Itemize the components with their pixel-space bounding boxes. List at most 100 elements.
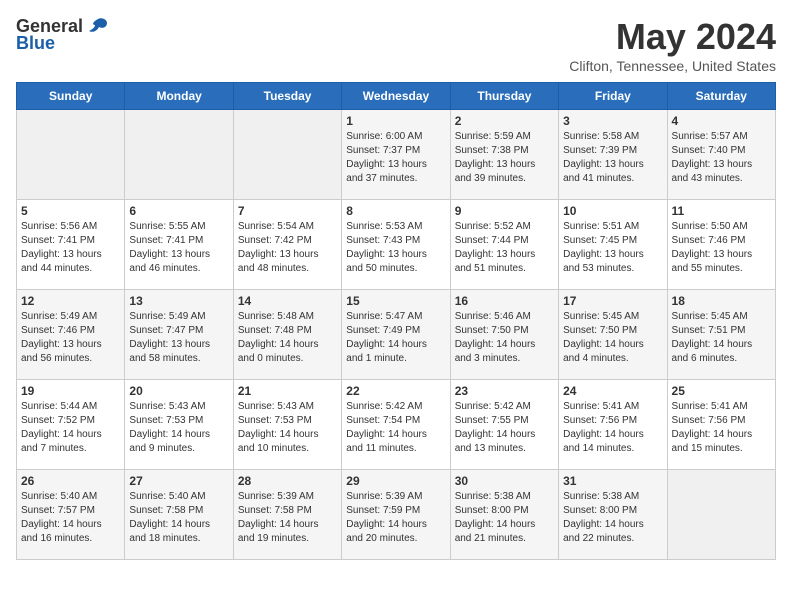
day-number: 7 [238,204,337,218]
calendar-cell: 16 Sunrise: 5:46 AM Sunset: 7:50 PM Dayli… [450,290,558,380]
day-number: 15 [346,294,445,308]
day-number: 27 [129,474,228,488]
day-number: 17 [563,294,662,308]
day-info: Sunrise: 5:41 AM Sunset: 7:56 PM Dayligh… [563,400,662,456]
day-info: Sunrise: 5:49 AM Sunset: 7:46 PM Dayligh… [21,310,120,366]
calendar-cell: 22 Sunrise: 5:42 AM Sunset: 7:54 PM Dayli… [342,380,450,470]
day-info: Sunrise: 5:53 AM Sunset: 7:43 PM Dayligh… [346,220,445,276]
calendar-cell: 4Sunrise: 5:57 AM Sunset: 7:40 PM Daylig… [667,110,775,200]
day-number: 24 [563,384,662,398]
day-number: 2 [455,114,554,128]
day-number: 8 [346,204,445,218]
location-text: Clifton, Tennessee, United States [569,58,776,74]
day-number: 25 [672,384,771,398]
day-number: 12 [21,294,120,308]
page-header: General Blue May 2024 Clifton, Tennessee… [16,16,776,74]
day-number: 16 [455,294,554,308]
header-day-thursday: Thursday [450,83,558,110]
logo-blue-text: Blue [16,33,55,54]
day-number: 5 [21,204,120,218]
day-info: Sunrise: 5:56 AM Sunset: 7:41 PM Dayligh… [21,220,120,276]
day-number: 6 [129,204,228,218]
calendar-cell: 27 Sunrise: 5:40 AM Sunset: 7:58 PM Dayli… [125,470,233,560]
logo-bird-icon [87,17,109,37]
day-number: 30 [455,474,554,488]
day-number: 28 [238,474,337,488]
header-day-sunday: Sunday [17,83,125,110]
calendar-cell: 28 Sunrise: 5:39 AM Sunset: 7:58 PM Dayli… [233,470,341,560]
logo: General Blue [16,16,109,54]
calendar-cell: 13 Sunrise: 5:49 AM Sunset: 7:47 PM Dayli… [125,290,233,380]
day-info: Sunrise: 5:45 AM Sunset: 7:50 PM Dayligh… [563,310,662,366]
calendar-cell: 31 Sunrise: 5:38 AM Sunset: 8:00 PM Dayli… [559,470,667,560]
day-number: 11 [672,204,771,218]
calendar-cell: 9 Sunrise: 5:52 AM Sunset: 7:44 PM Daylig… [450,200,558,290]
day-number: 19 [21,384,120,398]
calendar-cell: 26 Sunrise: 5:40 AM Sunset: 7:57 PM Dayli… [17,470,125,560]
header-day-friday: Friday [559,83,667,110]
day-number: 9 [455,204,554,218]
day-info: Sunrise: 5:38 AM Sunset: 8:00 PM Dayligh… [455,490,554,546]
day-info: Sunrise: 5:40 AM Sunset: 7:57 PM Dayligh… [21,490,120,546]
day-info: Sunrise: 5:45 AM Sunset: 7:51 PM Dayligh… [672,310,771,366]
calendar-cell: 25 Sunrise: 5:41 AM Sunset: 7:56 PM Dayli… [667,380,775,470]
calendar-cell [17,110,125,200]
calendar-cell: 24 Sunrise: 5:41 AM Sunset: 7:56 PM Dayli… [559,380,667,470]
day-number: 10 [563,204,662,218]
calendar-cell: 18 Sunrise: 5:45 AM Sunset: 7:51 PM Dayli… [667,290,775,380]
week-row-2: 5 Sunrise: 5:56 AM Sunset: 7:41 PM Daylig… [17,200,776,290]
calendar-cell: 2 Sunrise: 5:59 AM Sunset: 7:38 PM Daylig… [450,110,558,200]
week-row-3: 12 Sunrise: 5:49 AM Sunset: 7:46 PM Dayli… [17,290,776,380]
calendar-cell: 10 Sunrise: 5:51 AM Sunset: 7:45 PM Dayli… [559,200,667,290]
week-row-4: 19Sunrise: 5:44 AM Sunset: 7:52 PM Dayli… [17,380,776,470]
day-info: Sunrise: 5:38 AM Sunset: 8:00 PM Dayligh… [563,490,662,546]
day-info: Sunrise: 5:52 AM Sunset: 7:44 PM Dayligh… [455,220,554,276]
day-number: 22 [346,384,445,398]
day-number: 26 [21,474,120,488]
day-info: Sunrise: 5:50 AM Sunset: 7:46 PM Dayligh… [672,220,771,276]
day-number: 23 [455,384,554,398]
day-info: Sunrise: 5:55 AM Sunset: 7:41 PM Dayligh… [129,220,228,276]
header-row: SundayMondayTuesdayWednesdayThursdayFrid… [17,83,776,110]
day-number: 3 [563,114,662,128]
calendar-cell: 11 Sunrise: 5:50 AM Sunset: 7:46 PM Dayli… [667,200,775,290]
day-info: Sunrise: 5:47 AM Sunset: 7:49 PM Dayligh… [346,310,445,366]
day-number: 29 [346,474,445,488]
day-number: 1 [346,114,445,128]
header-day-monday: Monday [125,83,233,110]
week-row-5: 26 Sunrise: 5:40 AM Sunset: 7:57 PM Dayli… [17,470,776,560]
day-info: Sunrise: 5:42 AM Sunset: 7:54 PM Dayligh… [346,400,445,456]
day-number: 14 [238,294,337,308]
day-number: 31 [563,474,662,488]
calendar-cell: 20Sunrise: 5:43 AM Sunset: 7:53 PM Dayli… [125,380,233,470]
day-info: Sunrise: 5:51 AM Sunset: 7:45 PM Dayligh… [563,220,662,276]
header-day-saturday: Saturday [667,83,775,110]
day-info: Sunrise: 5:46 AM Sunset: 7:50 PM Dayligh… [455,310,554,366]
calendar-cell [125,110,233,200]
calendar-cell: 1 Sunrise: 6:00 AM Sunset: 7:37 PM Daylig… [342,110,450,200]
day-info: Sunrise: 5:43 AM Sunset: 7:53 PM Dayligh… [129,400,228,456]
calendar-cell: 17 Sunrise: 5:45 AM Sunset: 7:50 PM Dayli… [559,290,667,380]
day-number: 21 [238,384,337,398]
day-info: Sunrise: 6:00 AM Sunset: 7:37 PM Dayligh… [346,130,445,186]
day-info: Sunrise: 5:48 AM Sunset: 7:48 PM Dayligh… [238,310,337,366]
calendar-cell: 15 Sunrise: 5:47 AM Sunset: 7:49 PM Dayli… [342,290,450,380]
title-area: May 2024 Clifton, Tennessee, United Stat… [569,16,776,74]
day-number: 18 [672,294,771,308]
day-info: Sunrise: 5:42 AM Sunset: 7:55 PM Dayligh… [455,400,554,456]
day-info: Sunrise: 5:39 AM Sunset: 7:59 PM Dayligh… [346,490,445,546]
calendar-cell: 19Sunrise: 5:44 AM Sunset: 7:52 PM Dayli… [17,380,125,470]
calendar-cell: 30 Sunrise: 5:38 AM Sunset: 8:00 PM Dayli… [450,470,558,560]
day-info: Sunrise: 5:49 AM Sunset: 7:47 PM Dayligh… [129,310,228,366]
calendar-cell: 5 Sunrise: 5:56 AM Sunset: 7:41 PM Daylig… [17,200,125,290]
day-info: Sunrise: 5:40 AM Sunset: 7:58 PM Dayligh… [129,490,228,546]
header-day-tuesday: Tuesday [233,83,341,110]
calendar-cell: 29 Sunrise: 5:39 AM Sunset: 7:59 PM Dayli… [342,470,450,560]
calendar-cell [233,110,341,200]
day-info: Sunrise: 5:59 AM Sunset: 7:38 PM Dayligh… [455,130,554,186]
day-number: 13 [129,294,228,308]
day-info: Sunrise: 5:41 AM Sunset: 7:56 PM Dayligh… [672,400,771,456]
calendar-cell: 7Sunrise: 5:54 AM Sunset: 7:42 PM Daylig… [233,200,341,290]
week-row-1: 1 Sunrise: 6:00 AM Sunset: 7:37 PM Daylig… [17,110,776,200]
day-info: Sunrise: 5:39 AM Sunset: 7:58 PM Dayligh… [238,490,337,546]
